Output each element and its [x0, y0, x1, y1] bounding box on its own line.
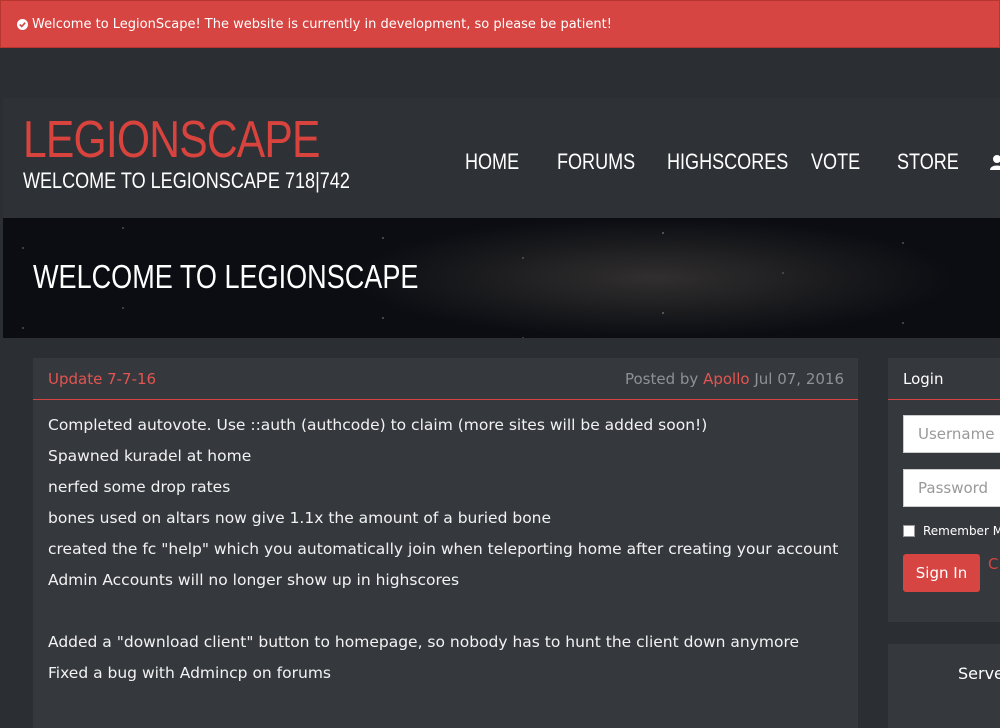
nav-home[interactable]: HOME: [460, 149, 528, 175]
post-line: bones used on altars now give 1.1x the a…: [48, 509, 552, 527]
site-logo-title[interactable]: LEGIONSCAPE: [23, 114, 320, 166]
post-line: created the fc "help" which you automati…: [48, 540, 839, 558]
post-line: Admin Accounts will no longer show up in…: [48, 571, 460, 589]
posted-by-label: Posted by: [624, 369, 699, 388]
server-panel: Serve: [888, 644, 1000, 728]
site-subtitle: WELCOME TO LEGIONSCAPE 718|742: [23, 168, 350, 193]
post-title[interactable]: Update 7-7-16: [48, 370, 156, 388]
login-panel: Login Username Password Remember M Sign …: [888, 358, 1000, 622]
nav-home-label: HOME: [465, 149, 520, 174]
hero-banner: WELCOME TO LEGIONSCAPE: [3, 218, 1000, 338]
nav-highscores[interactable]: HIGHSCORES: [662, 149, 788, 175]
username-input[interactable]: Username: [903, 415, 1000, 453]
sign-in-button[interactable]: Sign In: [903, 554, 980, 592]
post-body: Completed autovote. Use ::auth (authcode…: [33, 400, 858, 693]
nav-store[interactable]: STORE: [892, 149, 964, 175]
nav-vote[interactable]: VOTE: [806, 149, 868, 175]
hero-title: WELCOME TO LEGIONSCAPE: [33, 258, 419, 295]
post-line: Added a "download client" button to home…: [48, 633, 800, 651]
nav-forums-label: FORUMS: [557, 149, 636, 174]
site-header: LEGIONSCAPE WELCOME TO LEGIONSCAPE 718|7…: [3, 98, 1000, 218]
remember-checkbox[interactable]: [903, 525, 915, 537]
post-line: nerfed some drop rates: [48, 478, 231, 496]
password-input[interactable]: Password: [903, 469, 1000, 507]
server-title: Serve: [958, 664, 1000, 683]
post-header: Update 7-7-16 Posted by Apollo Jul 07, 2…: [33, 358, 858, 400]
post-meta: Posted by Apollo Jul 07, 2016: [625, 370, 844, 388]
post-date: Jul 07, 2016: [754, 369, 844, 388]
create-account-link[interactable]: C: [988, 555, 998, 573]
nav-highscores-label: HIGHSCORES: [667, 149, 789, 174]
post-line: Completed autovote. Use ::auth (authcode…: [48, 416, 708, 434]
post-line: Fixed a bug with Admincp on forums: [48, 664, 331, 682]
nav-forums[interactable]: FORUMS: [552, 149, 638, 175]
check-circle-icon: [17, 18, 28, 30]
remember-me[interactable]: Remember M: [903, 524, 1000, 538]
post-line: [48, 600, 843, 631]
news-post: Update 7-7-16 Posted by Apollo Jul 07, 2…: [33, 358, 858, 728]
nav-vote-label: VOTE: [811, 149, 861, 174]
main-nav: HOME FORUMS HIGHSCORES VOTE STORE: [460, 147, 1000, 177]
alert-text: Welcome to LegionScape! The website is c…: [32, 16, 612, 32]
post-line: Spawned kuradel at home: [48, 447, 252, 465]
alert-banner: Welcome to LegionScape! The website is c…: [0, 0, 1000, 48]
user-icon: [990, 155, 1000, 170]
nav-store-label: STORE: [897, 149, 959, 174]
post-author-link[interactable]: Apollo: [703, 370, 749, 388]
nav-account[interactable]: [988, 154, 1000, 170]
remember-label: Remember M: [923, 524, 1000, 538]
login-title: Login: [888, 358, 1000, 400]
